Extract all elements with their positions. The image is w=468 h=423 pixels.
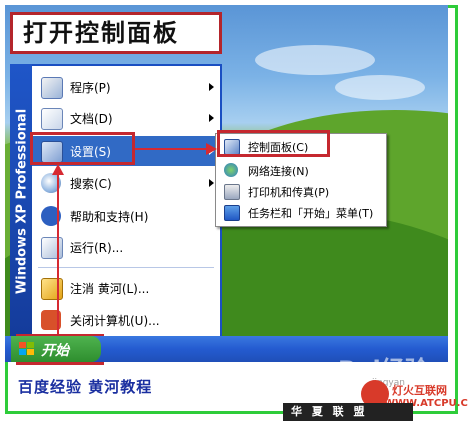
tutorial-title: 打开控制面板 (10, 12, 222, 54)
start-menu-sidebar: Windows XP Professional (10, 64, 32, 344)
annotation-arrow-head-icon (206, 143, 217, 155)
submenu-item-taskbar[interactable]: 任务栏和「开始」菜单(T) (216, 202, 386, 222)
menu-item-documents[interactable]: 文档(D) (32, 103, 220, 133)
submenu-item-network[interactable]: 网络连接(N) (216, 160, 386, 180)
cloud (335, 75, 425, 100)
network-icon (224, 163, 238, 177)
highlight-control-panel-box (217, 130, 330, 157)
highlight-settings-box (30, 132, 135, 165)
menu-item-run[interactable]: 运行(R)... (32, 232, 220, 262)
menu-item-programs[interactable]: 程序(P) (32, 72, 220, 102)
taskbar-icon (224, 205, 240, 221)
hx-watermark: 华 夏 联 盟 (283, 403, 413, 421)
menu-item-help[interactable]: 帮助和支持(H) (32, 201, 220, 231)
annotation-arrow-head-icon (52, 164, 64, 175)
documents-icon (41, 108, 63, 130)
start-menu: Windows XP Professional 程序(P) 文档(D) 设置(S… (10, 64, 222, 344)
submenu-arrow-icon (209, 83, 214, 91)
windows-xp-brand: Windows XP Professional (14, 108, 30, 295)
menu-item-logoff[interactable]: 注消 黄河(L)... (32, 273, 220, 303)
annotation-arrow-line (135, 148, 211, 150)
run-icon (41, 237, 63, 259)
programs-icon (41, 77, 63, 99)
submenu-arrow-icon (209, 114, 214, 122)
logoff-icon (41, 278, 63, 300)
submenu-item-printers[interactable]: 打印机和传真(P) (216, 181, 386, 201)
menu-item-shutdown[interactable]: 关闭计算机(U)... (32, 305, 220, 335)
cloud (255, 45, 375, 75)
windows-flag-icon (19, 342, 34, 355)
printer-icon (224, 184, 240, 200)
bottom-caption: 百度经验 黄河教程 (18, 378, 153, 396)
start-menu-body: 程序(P) 文档(D) 设置(S) 搜索(C) 帮助和支持(H) 运行(R)..… (32, 66, 220, 342)
submenu-arrow-icon (209, 179, 214, 187)
start-button[interactable]: 开始 (11, 336, 101, 362)
atcpu-logo-text: 灯火互联网 (392, 384, 447, 397)
menu-separator (38, 267, 214, 268)
annotation-arrow-line (57, 172, 59, 334)
